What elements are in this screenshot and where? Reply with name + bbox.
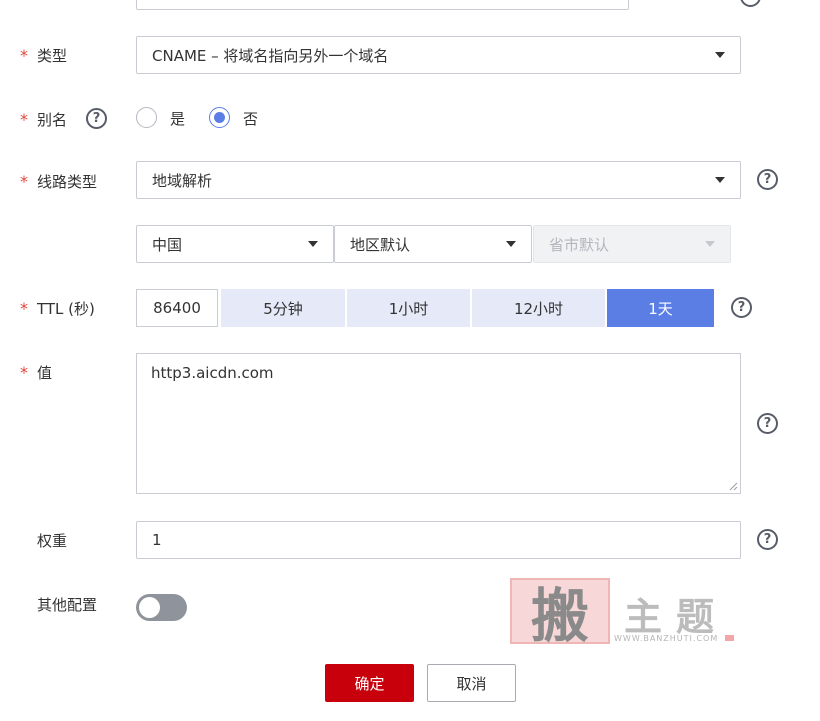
weight-input[interactable]: 1 bbox=[136, 521, 741, 559]
chevron-down-icon bbox=[506, 241, 516, 247]
confirm-button[interactable]: 确定 bbox=[325, 664, 414, 702]
resize-handle-icon[interactable] bbox=[729, 482, 738, 491]
required-star-icon: * bbox=[20, 109, 28, 129]
ttl-preset-1hour[interactable]: 1小时 bbox=[347, 289, 470, 327]
ttl-input[interactable]: 86400 bbox=[136, 289, 218, 327]
chevron-down-icon bbox=[705, 241, 715, 247]
chevron-down-icon bbox=[715, 52, 725, 58]
ttl-preset-12hour[interactable]: 12小时 bbox=[472, 289, 605, 327]
line-type-select[interactable]: 地域解析 bbox=[136, 161, 741, 199]
alias-no-label[interactable]: 否 bbox=[243, 108, 258, 129]
line-type-help-icon[interactable]: ? bbox=[757, 169, 778, 190]
value-label: * 值 bbox=[20, 362, 53, 382]
alias-no-radio[interactable] bbox=[209, 107, 230, 128]
weight-label: 权重 bbox=[37, 531, 68, 550]
line-type-select-value: 地域解析 bbox=[152, 171, 213, 190]
watermark-url: WWW.BANZHUTI.COM bbox=[614, 634, 719, 643]
required-star-icon: * bbox=[20, 45, 28, 65]
watermark-square-icon bbox=[725, 635, 734, 641]
ttl-label: * TTL (秒) bbox=[20, 298, 95, 318]
required-star-icon: * bbox=[20, 298, 28, 318]
required-star-icon: * bbox=[20, 362, 28, 382]
required-star-icon: * bbox=[20, 171, 28, 191]
province-select: 省市默认 bbox=[533, 225, 731, 263]
previous-field-partial[interactable] bbox=[136, 0, 629, 10]
ttl-help-icon[interactable]: ? bbox=[731, 297, 752, 318]
previous-help-icon-partial[interactable]: ? bbox=[740, 0, 761, 7]
weight-help-icon[interactable]: ? bbox=[757, 529, 778, 550]
type-select[interactable]: CNAME – 将域名指向另外一个域名 bbox=[136, 36, 741, 74]
alias-yes-radio[interactable] bbox=[136, 107, 157, 128]
ttl-preset-1day[interactable]: 1天 bbox=[607, 289, 714, 327]
chevron-down-icon bbox=[308, 241, 318, 247]
country-select[interactable]: 中国 bbox=[136, 225, 334, 263]
alias-help-icon[interactable]: ? bbox=[86, 108, 107, 129]
watermark-title: 主题 bbox=[624, 594, 729, 639]
cancel-button[interactable]: 取消 bbox=[427, 664, 516, 702]
value-textarea[interactable]: http3.aicdn.com bbox=[136, 353, 741, 494]
alias-label: * 别名 bbox=[20, 109, 68, 129]
ttl-preset-5min[interactable]: 5分钟 bbox=[221, 289, 345, 327]
region-select[interactable]: 地区默认 bbox=[334, 225, 532, 263]
chevron-down-icon bbox=[715, 177, 725, 183]
other-config-toggle[interactable] bbox=[136, 594, 187, 621]
type-label: * 类型 bbox=[20, 45, 68, 65]
toggle-knob bbox=[139, 597, 160, 618]
value-help-icon[interactable]: ? bbox=[757, 413, 778, 434]
type-select-value: CNAME – 将域名指向另外一个域名 bbox=[152, 46, 389, 65]
other-config-label: 其他配置 bbox=[37, 595, 98, 614]
add-record-form: ? * 类型 CNAME – 将域名指向另外一个域名 * 别名 ? 是 否 * … bbox=[0, 0, 820, 721]
line-type-label: * 线路类型 bbox=[20, 171, 98, 191]
watermark-logo: 搬 bbox=[510, 578, 610, 650]
alias-yes-label[interactable]: 是 bbox=[170, 108, 185, 129]
